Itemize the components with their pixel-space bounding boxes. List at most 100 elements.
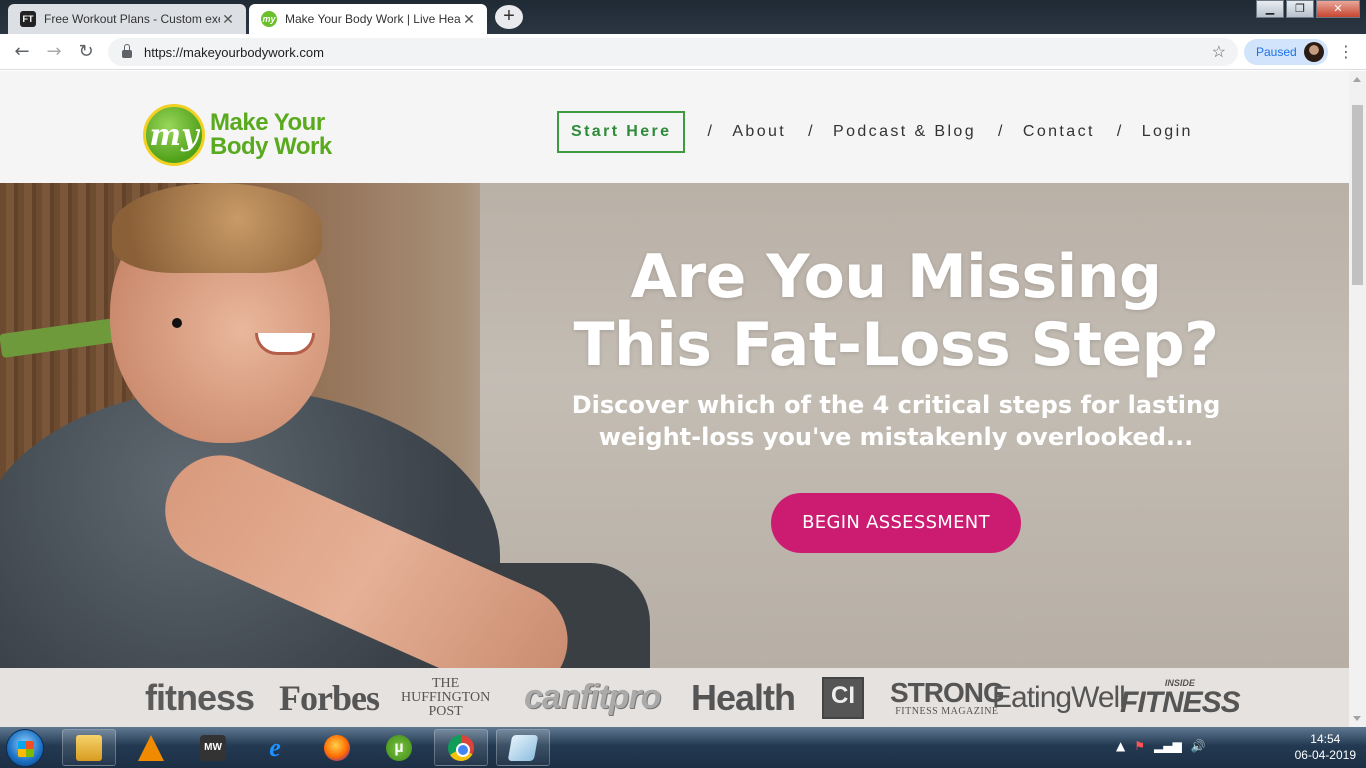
nav-link-contact[interactable]: Contact [1023,123,1095,141]
taskbar-vlc[interactable] [124,729,178,766]
internet-explorer-icon: e [269,732,281,762]
profile-paused-button[interactable]: Paused [1244,39,1328,65]
tray-icons: ▲ ⚑ ▂▄▆ 🔊 [1116,739,1206,753]
forbes-logo: Forbes [279,677,380,718]
hero-headline-line-1: Are You Missing [630,242,1162,312]
tab-title: Free Workout Plans - Custom exe [44,12,220,26]
scrollbar-thumb[interactable] [1352,105,1363,285]
show-hidden-icons-icon[interactable]: ▲ [1116,739,1125,753]
taskbar-internet-explorer[interactable]: e [248,729,302,766]
huffington-line-2: HUFFINGTON [401,689,491,705]
logo-line-1: Make Your [210,109,325,136]
taskbar-mw[interactable]: MW [186,729,240,766]
system-tray: ▲ ⚑ ▂▄▆ 🔊 14:54 06-04-2019 [1116,727,1366,768]
main-navigation: Start Here / About / Podcast & Blog / Co… [557,111,1193,153]
close-window-button[interactable]: ✕ [1316,0,1360,18]
club-industry-logo: CI [822,668,864,727]
hair [112,183,322,273]
folder-icon [76,734,102,761]
nav-link-about[interactable]: About [732,123,786,141]
windows-start-button[interactable] [6,729,44,767]
forward-arrow-icon[interactable]: → [42,40,66,64]
page-scrollbar[interactable] [1349,71,1366,727]
inside-fitness-wordmark: FITNESS [1120,685,1241,719]
eatingwell-logo: EatingWell [992,680,1126,714]
firefox-icon [324,734,350,761]
clock-date: 06-04-2019 [1294,748,1356,762]
close-tab-icon[interactable]: ✕ [461,11,477,28]
page-viewport: my Make Your Body Work Start Here / Abou… [0,71,1349,727]
minimize-button[interactable]: ▁ [1256,0,1284,18]
hero-copy: Are You Missing This Fat-Loss Step? Disc… [560,243,1232,553]
strong-subtitle: FITNESS MAGAZINE [895,705,999,717]
avatar [1304,42,1324,62]
earring [172,318,182,328]
nav-separator: / [1116,123,1124,140]
tab-title: Make Your Body Work | Live Hea [285,12,461,26]
taskbar-chrome[interactable] [434,729,488,766]
health-logo: Health [691,676,796,718]
scroll-down-arrow-icon[interactable] [1353,716,1361,721]
vlc-cone-icon [138,734,164,761]
window-controls: ▁ ❐ ✕ [1254,0,1360,18]
logo-line-2: Body Work [210,133,332,160]
strong-wordmark: STRONG [890,676,1005,708]
hero-headline: Are You Missing This Fat-Loss Step? [560,243,1232,379]
canfitpro-logo: canfitpro [524,678,661,716]
mw-app-icon: MW [200,734,226,761]
profile-status-label: Paused [1256,45,1297,59]
huffington-line-1: THE [431,675,460,691]
start-here-button[interactable]: Start Here [557,111,686,153]
taskbar-sheet-app[interactable] [496,729,550,766]
hero-subtitle-line-2: weight-loss you've mistakenly overlooked… [598,423,1194,451]
browser-tab-workout-plans[interactable]: FT Free Workout Plans - Custom exe ✕ [8,4,246,34]
nav-separator: / [998,123,1005,140]
nav-link-login[interactable]: Login [1142,123,1193,141]
clock-time: 14:54 [1310,732,1341,746]
huffington-line-3: POST [428,703,463,719]
make-your-body-work-favicon-icon: my [261,11,277,27]
logo-mark-icon: my [143,104,205,166]
browser-tab-strip: FT Free Workout Plans - Custom exe ✕ my … [0,0,1366,34]
bookmark-star-icon[interactable]: ☆ [1212,42,1226,62]
taskbar-explorer[interactable] [62,729,116,766]
volume-icon[interactable]: 🔊 [1191,739,1206,753]
nav-separator: / [707,123,715,140]
begin-assessment-button[interactable]: BEGIN ASSESSMENT [771,493,1021,553]
address-bar[interactable]: https://makeyourbodywork.com ☆ [108,38,1238,66]
windows-taskbar: MW e µ ▲ ⚑ ▂▄▆ 🔊 14:54 06-04-2019 [0,727,1366,768]
ci-mark: CI [822,676,864,719]
huffington-post-logo: THE HUFFINGTON POST [401,668,490,727]
action-center-flag-icon[interactable]: ⚑ [1134,739,1145,753]
utorrent-icon: µ [386,734,412,761]
hero-section: Are You Missing This Fat-Loss Step? Disc… [0,183,1349,668]
close-tab-icon[interactable]: ✕ [220,11,236,28]
press-logos-strip: fitness Forbes THE HUFFINGTON POST canfi… [0,668,1349,727]
site-logo[interactable]: my Make Your Body Work [143,104,332,166]
taskbar-firefox[interactable] [310,729,364,766]
hero-photo-smiling-man [0,183,650,668]
back-arrow-icon[interactable]: ← [10,40,34,64]
browser-tab-make-your-body-work[interactable]: my Make Your Body Work | Live Hea ✕ [249,4,487,34]
network-signal-icon[interactable]: ▂▄▆ [1154,739,1182,753]
scroll-up-arrow-icon[interactable] [1353,77,1361,82]
url-text: https://makeyourbodywork.com [144,44,324,60]
document-icon [507,734,539,761]
taskbar-utorrent[interactable]: µ [372,729,426,766]
hero-subtitle: Discover which of the 4 critical steps f… [560,389,1232,453]
strong-magazine-logo: STRONG FITNESS MAGAZINE [890,668,1005,727]
site-header: my Make Your Body Work Start Here / Abou… [0,71,1349,183]
lock-icon [122,44,132,58]
hero-headline-line-2: This Fat-Loss Step? [573,310,1219,380]
new-tab-button[interactable]: + [495,5,523,29]
nav-separator: / [808,123,816,140]
fitness-logo: fitness [145,676,255,718]
chrome-icon [448,734,474,761]
nav-link-podcast-blog[interactable]: Podcast & Blog [833,123,976,141]
system-clock[interactable]: 14:54 06-04-2019 [1295,731,1356,763]
reload-icon[interactable]: ↻ [74,40,98,64]
hero-subtitle-line-1: Discover which of the 4 critical steps f… [571,391,1221,419]
browser-menu-icon[interactable]: ⋮ [1336,42,1356,62]
maximize-button[interactable]: ❐ [1286,0,1314,18]
free-workout-favicon-icon: FT [20,11,36,27]
